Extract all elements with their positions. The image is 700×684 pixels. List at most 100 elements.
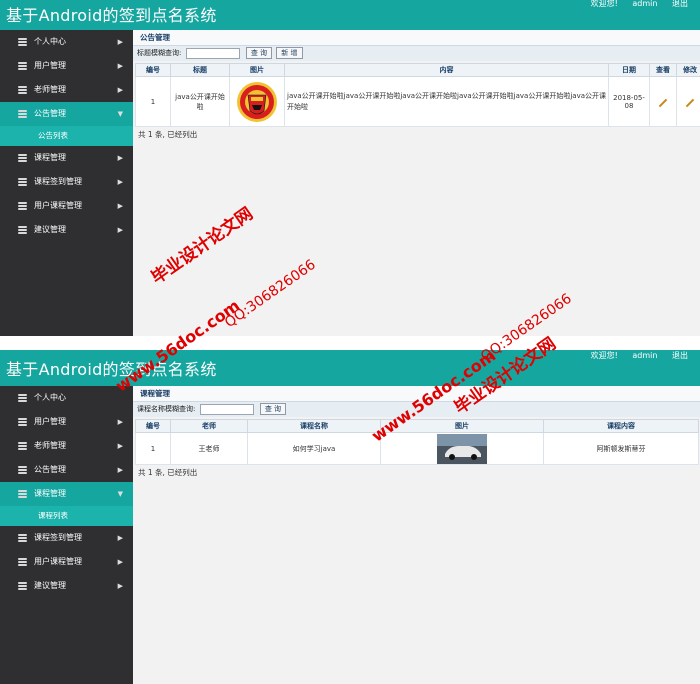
sidebar-item-suggestions[interactable]: 建议管理 ▶ — [0, 218, 133, 242]
sidebar-item-label: 公告管理 — [34, 465, 66, 474]
chevron-right-icon: ▶ — [117, 442, 123, 450]
stack-icon — [18, 418, 27, 426]
stack-icon — [18, 62, 27, 70]
sidebar-item-teachers[interactable]: 老师管理 ▶ — [0, 78, 133, 102]
sidebar-item-label: 建议管理 — [34, 225, 66, 234]
sidebar-item-teachers[interactable]: 老师管理 ▶ — [0, 434, 133, 458]
cell-date: 2018-05-08 — [608, 76, 650, 127]
welcome-text: 欢迎您! — [590, 351, 618, 360]
cell-image — [229, 76, 285, 127]
car-photo-icon — [437, 433, 487, 464]
chevron-down-icon: ▼ — [117, 110, 123, 118]
column-header: 日期 — [608, 63, 650, 77]
table-row: 1 java公开课开始啦 java公开课开始啦java公开课开始啦java公开课… — [135, 76, 700, 127]
cell-course-content: 阿斯顿发斯蒂芬 — [543, 432, 699, 465]
chevron-right-icon: ▶ — [117, 178, 123, 186]
cell-id: 1 — [135, 76, 171, 127]
sidebar-item-user-courses[interactable]: 用户课程管理 ▶ — [0, 550, 133, 574]
sidebar-item-announcements[interactable]: 公告管理 ▶ — [0, 458, 133, 482]
sidebar-item-course-signin[interactable]: 课程签到管理 ▶ — [0, 170, 133, 194]
stack-icon — [18, 110, 27, 118]
cell-teacher: 王老师 — [170, 432, 248, 465]
top-header: 基于Android的签到点名系统 欢迎您! admin 退出 — [0, 350, 700, 386]
breadcrumb: 公告管理 — [133, 30, 700, 46]
column-header: 老师 — [170, 419, 248, 433]
column-header: 编号 — [135, 419, 171, 433]
announcement-table: 编号 标题 图片 内容 日期 查看 修改 删 1 java公开课开始啦 — [135, 63, 700, 127]
sidebar-item-label: 个人中心 — [34, 37, 66, 46]
app-title: 基于Android的签到点名系统 — [6, 360, 217, 379]
sidebar-item-users[interactable]: 用户管理 ▶ — [0, 54, 133, 78]
chevron-right-icon: ▶ — [117, 418, 123, 426]
main-content: 课程管理 课程名称模糊查询: 查 询 编号 老师 课程名称 图片 课程内容 1 … — [133, 386, 700, 684]
stack-icon — [18, 38, 27, 46]
stack-icon — [18, 202, 27, 210]
sidebar-item-personal-center[interactable]: 个人中心 — [0, 386, 133, 410]
sidebar-item-courses[interactable]: 课程管理 ▼ — [0, 482, 133, 506]
view-button[interactable] — [649, 76, 677, 127]
column-header: 标题 — [170, 63, 230, 77]
chevron-right-icon: ▶ — [117, 202, 123, 210]
column-header: 查看 — [649, 63, 677, 77]
sidebar-item-courses[interactable]: 课程管理 ▶ — [0, 146, 133, 170]
sidebar-item-suggestions[interactable]: 建议管理 ▶ — [0, 574, 133, 598]
sidebar-item-label: 课程签到管理 — [34, 533, 82, 542]
chevron-right-icon: ▶ — [117, 226, 123, 234]
column-header: 修改 — [676, 63, 700, 77]
edit-button[interactable] — [676, 76, 700, 127]
stack-icon — [18, 490, 27, 498]
chevron-down-icon: ▼ — [117, 490, 123, 498]
welcome-text: 欢迎您! — [590, 0, 618, 8]
main-content: 公告管理 标题模糊查询: 查 询 新 增 编号 标题 图片 内容 日期 查看 修… — [133, 30, 700, 336]
cell-course-name: 如何学习java — [247, 432, 381, 465]
submenu-announcement-list[interactable]: 公告列表 — [0, 126, 133, 146]
sidebar-item-label: 老师管理 — [34, 85, 66, 94]
column-header: 图片 — [380, 419, 544, 433]
add-button[interactable]: 新 增 — [276, 47, 303, 59]
header-user-area: 欢迎您! admin 退出 — [591, 0, 700, 9]
top-header: 基于Android的签到点名系统 欢迎您! admin 退出 — [0, 0, 700, 30]
search-label: 标题模糊查询: — [137, 49, 182, 57]
logout-link[interactable]: 退出 — [672, 351, 688, 360]
sidebar-item-personal-center[interactable]: 个人中心 ▶ — [0, 30, 133, 54]
username: admin — [632, 0, 658, 8]
sidebar-item-label: 个人中心 — [34, 393, 66, 402]
title-search-input[interactable] — [185, 47, 240, 59]
sidebar-item-label: 用户课程管理 — [34, 557, 82, 566]
sidebar-item-users[interactable]: 用户管理 ▶ — [0, 410, 133, 434]
username: admin — [632, 351, 658, 360]
sidebar-item-label: 老师管理 — [34, 441, 66, 450]
chevron-right-icon: ▶ — [117, 38, 123, 46]
search-bar: 标题模糊查询: 查 询 新 增 — [133, 46, 700, 61]
pencil-icon — [658, 98, 668, 107]
chevron-right-icon: ▶ — [117, 466, 123, 474]
search-button[interactable]: 查 询 — [259, 403, 287, 415]
stack-icon — [18, 154, 27, 162]
search-bar: 课程名称模糊查询: 查 询 — [133, 402, 700, 417]
table-header-row: 编号 标题 图片 内容 日期 查看 修改 删 — [135, 63, 700, 77]
sidebar-item-user-courses[interactable]: 用户课程管理 ▶ — [0, 194, 133, 218]
sidebar-item-label: 用户管理 — [34, 417, 66, 426]
column-header: 课程内容 — [543, 419, 699, 433]
sidebar-item-course-signin[interactable]: 课程签到管理 ▶ — [0, 526, 133, 550]
stack-icon — [18, 582, 27, 590]
screenshot-course-management: 基于Android的签到点名系统 欢迎您! admin 退出 个人中心 用户管理… — [0, 350, 700, 684]
course-search-input[interactable] — [199, 403, 254, 415]
sidebar: 个人中心 ▶ 用户管理 ▶ 老师管理 ▶ 公告管理 ▼ 公告列表 课程管理 ▶ … — [0, 30, 133, 336]
record-count: 共 1 条, 已经列出 — [138, 130, 198, 139]
sidebar-item-label: 建议管理 — [34, 581, 66, 590]
chevron-right-icon: ▶ — [117, 154, 123, 162]
column-header: 图片 — [229, 63, 285, 77]
manchester-united-logo-icon — [237, 81, 277, 122]
sidebar-item-label: 用户管理 — [34, 61, 66, 70]
column-header: 编号 — [135, 63, 171, 77]
record-count: 共 1 条, 已经列出 — [138, 468, 198, 477]
stack-icon — [18, 226, 27, 234]
logout-link[interactable]: 退出 — [672, 0, 688, 8]
submenu-course-list[interactable]: 课程列表 — [0, 506, 133, 526]
breadcrumb: 课程管理 — [133, 386, 700, 402]
cell-title: java公开课开始啦 — [170, 76, 230, 127]
search-button[interactable]: 查 询 — [245, 47, 273, 59]
sidebar-item-announcements[interactable]: 公告管理 ▼ — [0, 102, 133, 126]
stack-icon — [18, 86, 27, 94]
